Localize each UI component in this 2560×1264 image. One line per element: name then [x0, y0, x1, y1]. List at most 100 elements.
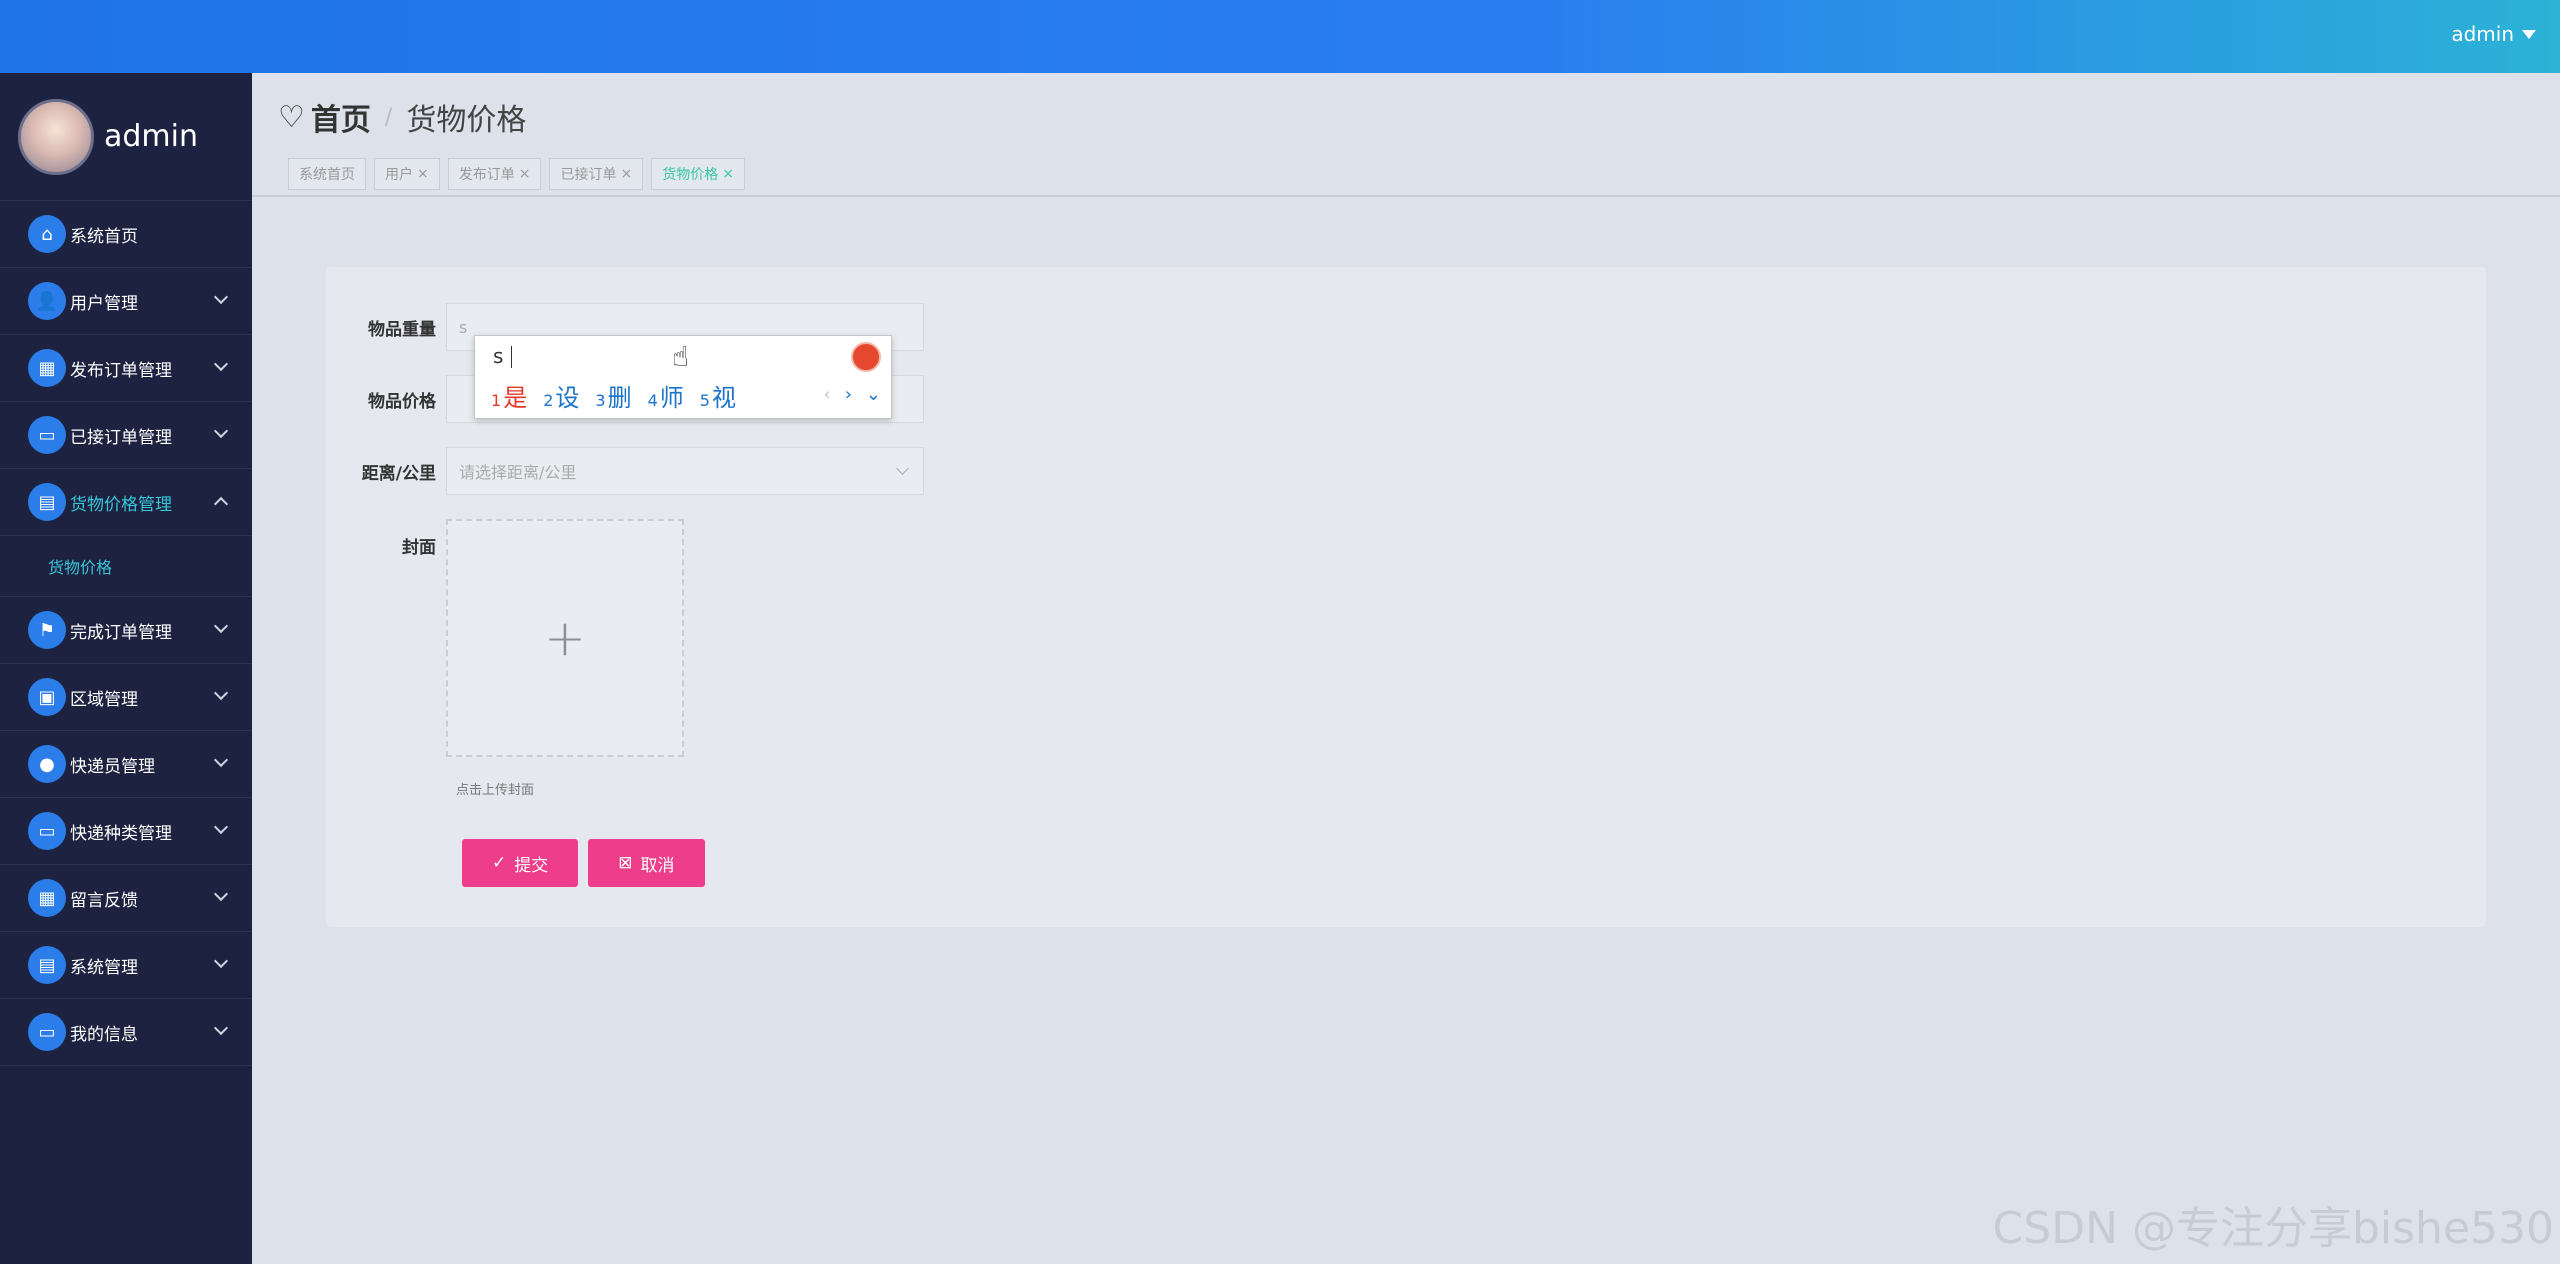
tab-bar: 系统首页 用户 × 发布订单 × 已接订单 × 货物价格 ×: [288, 158, 745, 190]
laptop-icon: ▭: [28, 812, 66, 850]
weight-label: 物品重量: [368, 319, 436, 340]
close-icon[interactable]: ×: [722, 166, 734, 182]
caret-down-icon[interactable]: [2522, 29, 2536, 39]
chevron-left-icon[interactable]: ‹: [824, 384, 831, 405]
sidebar-item-8[interactable]: ▭ 快递种类管理: [0, 798, 252, 865]
profile: admin: [0, 73, 252, 201]
sidebar-item-10[interactable]: ▤ 系统管理: [0, 932, 252, 999]
chevron-right-icon[interactable]: ›: [845, 384, 852, 405]
top-bar: admin: [0, 0, 2560, 73]
chart-icon: ▤: [28, 483, 66, 521]
sidebar-item-label: 系统首页: [70, 226, 138, 247]
breadcrumb-home[interactable]: ♡ 首页: [278, 95, 371, 139]
chevron-down-icon: [213, 685, 229, 701]
home-icon: ⌂: [28, 215, 66, 253]
sidebar-item-2[interactable]: ▦ 发布订单管理: [0, 335, 252, 402]
card-icon: ▭: [28, 1013, 66, 1051]
bulb-icon: ●: [28, 745, 66, 783]
chevron-down-icon: [213, 289, 229, 305]
chevron-down-icon: [213, 953, 229, 969]
grid-icon: ▦: [28, 349, 66, 387]
ime-candidates: 1是 2设 3删 4师 5视: [491, 378, 736, 413]
sidebar-item-5[interactable]: ⚑ 完成订单管理: [0, 597, 252, 664]
sidebar-item-3[interactable]: ▭ 已接订单管理: [0, 402, 252, 469]
distance-label: 距离/公里: [361, 463, 436, 484]
sidebar-item-0[interactable]: ⌂ 系统首页: [0, 201, 252, 268]
hand-cursor-icon: ☝: [672, 340, 690, 373]
plus-icon: +: [544, 609, 586, 667]
sidebar-item-label: 发布订单管理: [70, 360, 172, 381]
close-icon[interactable]: ×: [519, 166, 531, 182]
chevron-up-icon: [213, 496, 229, 512]
message-icon: ▣: [28, 678, 66, 716]
ime-candidate[interactable]: 5视: [700, 378, 736, 413]
ime-cursor: [511, 346, 512, 368]
cover-row: 封面 +: [326, 519, 684, 757]
cover-upload[interactable]: +: [446, 519, 684, 757]
grid2-icon: ▦: [28, 879, 66, 917]
close-icon[interactable]: ×: [620, 166, 632, 182]
sidebar-item-label: 留言反馈: [70, 890, 138, 911]
tab-0[interactable]: 系统首页: [288, 158, 366, 190]
distance-placeholder: 请选择距离/公里: [459, 463, 577, 482]
sidebar-item-label: 区域管理: [70, 689, 138, 710]
avatar: [18, 98, 94, 175]
clipboard-icon: ▤: [28, 946, 66, 984]
cancel-button[interactable]: ⊠ 取消: [588, 839, 705, 887]
close-box-icon: ⊠: [618, 853, 633, 873]
monitor-icon: ▭: [28, 416, 66, 454]
sidebar-menu: ⌂ 系统首页 👤 用户管理 ▦ 发布订单管理 ▭ 已接订单管理 ▤ 货物价格管理 货物价格 ⚑ 完成订单…: [0, 201, 252, 1066]
user-name[interactable]: admin: [2451, 22, 2514, 46]
ime-logo-icon[interactable]: [851, 342, 881, 372]
sidebar-item-1[interactable]: 👤 用户管理: [0, 268, 252, 335]
ime-candidate[interactable]: 3删: [595, 378, 631, 413]
sidebar-item-label: 已接订单管理: [70, 427, 172, 448]
profile-name: admin: [104, 119, 198, 154]
chevron-down-icon: [213, 356, 229, 372]
sidebar-item-label: 货物价格管理: [70, 494, 172, 515]
upload-tip: 点击上传封面: [456, 783, 535, 798]
distance-select[interactable]: 请选择距离/公里: [446, 447, 924, 495]
breadcrumb-current: 货物价格: [406, 103, 527, 138]
sidebar-item-7[interactable]: ● 快递员管理: [0, 731, 252, 798]
price-label: 物品价格: [368, 391, 436, 412]
sidebar-item-label: 完成订单管理: [70, 622, 172, 643]
chevron-down-icon: [213, 1020, 229, 1036]
tab-2[interactable]: 发布订单 ×: [447, 158, 542, 190]
sidebar-item-label: 用户管理: [70, 293, 138, 314]
sidebar-item-6[interactable]: ▣ 区域管理: [0, 664, 252, 731]
chevron-down-icon: [213, 819, 229, 835]
sidebar-item-11[interactable]: ▭ 我的信息: [0, 999, 252, 1066]
ime-composition: s: [493, 344, 504, 368]
chevron-down-icon: [213, 618, 229, 634]
ime-candidate[interactable]: 2设: [543, 378, 579, 413]
chevron-down-icon: [213, 752, 229, 768]
heart-icon: ♡: [278, 99, 305, 135]
sidebar-item-label: 快递种类管理: [70, 823, 172, 844]
cover-label: 封面: [402, 538, 436, 558]
user-menu[interactable]: admin: [2451, 22, 2536, 46]
distance-row: 距离/公里 请选择距离/公里: [326, 447, 924, 495]
check-icon: ✓: [492, 853, 507, 873]
user-icon: 👤: [28, 282, 66, 320]
sidebar-item-9[interactable]: ▦ 留言反馈: [0, 865, 252, 932]
submenu-item-price[interactable]: 货物价格: [0, 536, 252, 597]
chevron-down-icon: [213, 423, 229, 439]
chevron-down-icon[interactable]: ⌄: [866, 384, 881, 405]
sidebar: admin ⌂ 系统首页 👤 用户管理 ▦ 发布订单管理 ▭ 已接订单管理 ▤ 货物价格管理 货物价…: [0, 73, 252, 1264]
sidebar-item-label: 快递员管理: [70, 756, 155, 777]
sidebar-item-label: 我的信息: [70, 1024, 138, 1045]
ime-candidate[interactable]: 4师: [648, 378, 684, 413]
sidebar-item-4[interactable]: ▤ 货物价格管理: [0, 469, 252, 536]
tab-4[interactable]: 货物价格 ×: [651, 158, 745, 190]
close-icon[interactable]: ×: [417, 166, 429, 182]
tab-3[interactable]: 已接订单 ×: [549, 158, 644, 190]
sidebar-item-label: 系统管理: [70, 957, 138, 978]
submit-button[interactable]: ✓ 提交: [462, 839, 579, 887]
watermark: CSDN @专注分享bishe530: [1992, 1203, 2554, 1254]
tab-1[interactable]: 用户 ×: [374, 158, 440, 190]
breadcrumb: ♡ 首页 / 货物价格: [278, 95, 526, 139]
form-actions: ✓ 提交 ⊠ 取消: [462, 839, 705, 887]
flag-icon: ⚑: [28, 611, 66, 649]
ime-candidate[interactable]: 1是: [491, 378, 527, 413]
